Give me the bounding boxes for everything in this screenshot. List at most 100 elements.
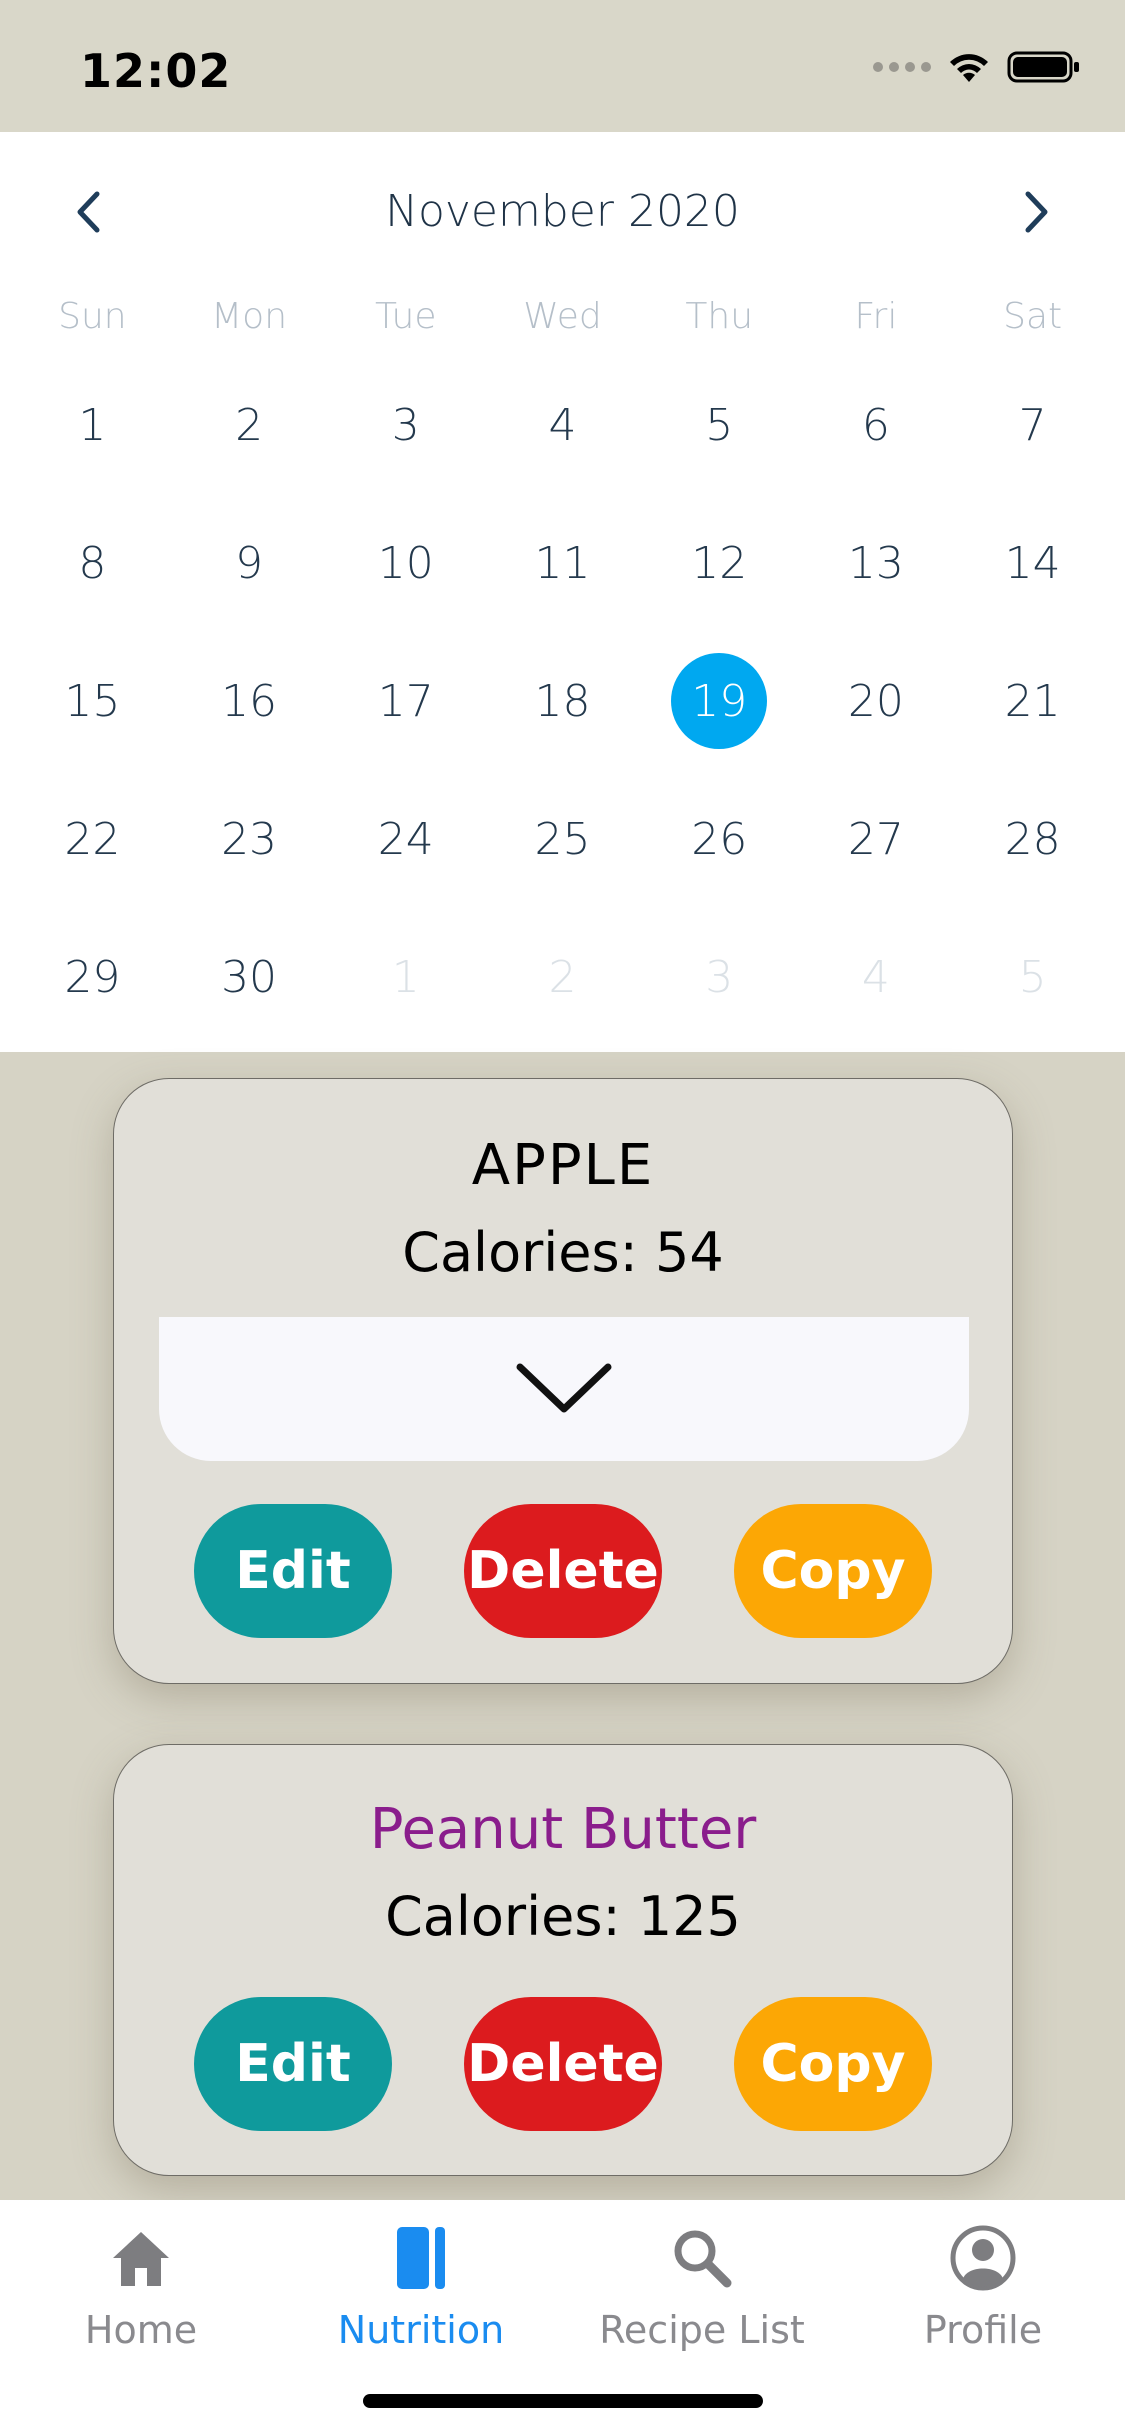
calendar-day[interactable]: 6 bbox=[798, 356, 955, 494]
day-number: 9 bbox=[235, 537, 264, 589]
day-number: 16 bbox=[221, 675, 278, 727]
day-number: 14 bbox=[1004, 537, 1061, 589]
calendar-day[interactable]: 1 bbox=[327, 908, 484, 1046]
day-number: 4 bbox=[861, 951, 890, 1003]
day-number: 3 bbox=[391, 399, 420, 451]
day-number: 28 bbox=[1004, 813, 1061, 865]
weekday-label: Wed bbox=[523, 296, 602, 337]
day-number: 6 bbox=[861, 399, 890, 451]
calendar-day[interactable]: 4 bbox=[798, 908, 955, 1046]
day-number: 2 bbox=[548, 951, 577, 1003]
search-icon bbox=[674, 2230, 732, 2288]
status-time: 12:02 bbox=[80, 44, 232, 98]
food-entry-card: APPLE Calories: 54 Edit Delete Copy bbox=[113, 1078, 1013, 1684]
calendar-day[interactable]: 24 bbox=[327, 770, 484, 908]
delete-button[interactable]: Delete bbox=[464, 1504, 662, 1638]
next-month-button[interactable] bbox=[1007, 182, 1067, 242]
profile-icon bbox=[950, 2225, 1016, 2291]
calendar-day[interactable]: 26 bbox=[641, 770, 798, 908]
tab-nutrition[interactable]: Nutrition bbox=[281, 2218, 561, 2378]
food-calories: Calories: 54 bbox=[402, 1221, 724, 1284]
day-number: 1 bbox=[78, 399, 107, 451]
day-number: 7 bbox=[1018, 399, 1047, 451]
calendar-day[interactable]: 4 bbox=[484, 356, 641, 494]
calendar-day[interactable]: 1 bbox=[14, 356, 171, 494]
food-name: APPLE bbox=[471, 1133, 655, 1198]
weekday-label: Mon bbox=[211, 296, 288, 337]
food-calories: Calories: 125 bbox=[385, 1885, 741, 1948]
calendar-day[interactable]: 13 bbox=[798, 494, 955, 632]
day-number: 30 bbox=[221, 951, 278, 1003]
calendar-day[interactable]: 15 bbox=[14, 632, 171, 770]
calendar-day[interactable]: 21 bbox=[954, 632, 1111, 770]
tab-home[interactable]: Home bbox=[1, 2218, 281, 2378]
day-number: 11 bbox=[534, 537, 591, 589]
calendar-day-selected[interactable]: 19 bbox=[641, 632, 798, 770]
day-number: 13 bbox=[847, 537, 904, 589]
calendar-day[interactable]: 9 bbox=[171, 494, 328, 632]
weekday-label: Sun bbox=[58, 296, 127, 337]
edit-button[interactable]: Edit bbox=[194, 1504, 392, 1638]
day-number: 12 bbox=[691, 537, 748, 589]
tab-recipe-list[interactable]: Recipe List bbox=[562, 2218, 842, 2378]
chevron-right-icon bbox=[1025, 191, 1048, 233]
day-number: 19 bbox=[671, 653, 768, 749]
day-number: 29 bbox=[64, 951, 121, 1003]
calendar-day[interactable]: 17 bbox=[327, 632, 484, 770]
home-icon bbox=[113, 2232, 169, 2286]
day-number: 17 bbox=[377, 675, 434, 727]
calendar-day[interactable]: 2 bbox=[484, 908, 641, 1046]
weekday-label: Thu bbox=[685, 296, 754, 337]
calendar-day[interactable]: 5 bbox=[954, 908, 1111, 1046]
day-number: 26 bbox=[691, 813, 748, 865]
day-number: 2 bbox=[235, 399, 264, 451]
calendar-day[interactable]: 12 bbox=[641, 494, 798, 632]
calendar-day[interactable]: 18 bbox=[484, 632, 641, 770]
chevron-down-icon bbox=[516, 1363, 612, 1413]
calendar-day[interactable]: 10 bbox=[327, 494, 484, 632]
day-number: 10 bbox=[377, 537, 434, 589]
day-number: 23 bbox=[221, 813, 278, 865]
battery-icon bbox=[1007, 51, 1079, 83]
calendar-day[interactable]: 16 bbox=[171, 632, 328, 770]
calendar-day[interactable]: 5 bbox=[641, 356, 798, 494]
food-entry-card: Peanut Butter Calories: 125 Edit Delete … bbox=[113, 1744, 1013, 2176]
delete-button[interactable]: Delete bbox=[464, 1997, 662, 2131]
calendar-day[interactable]: 11 bbox=[484, 494, 641, 632]
calendar-day[interactable]: 2 bbox=[171, 356, 328, 494]
calendar-day[interactable]: 23 bbox=[171, 770, 328, 908]
day-number: 24 bbox=[377, 813, 434, 865]
calendar-day[interactable]: 29 bbox=[14, 908, 171, 1046]
edit-button[interactable]: Edit bbox=[194, 1997, 392, 2131]
calendar-day[interactable]: 8 bbox=[14, 494, 171, 632]
calendar: November 2020 Sun Mon Tue Wed Thu Fri Sa… bbox=[0, 132, 1125, 1052]
calendar-day[interactable]: 25 bbox=[484, 770, 641, 908]
tab-label: Home bbox=[84, 2308, 198, 2352]
calendar-day[interactable]: 14 bbox=[954, 494, 1111, 632]
calendar-day[interactable]: 22 bbox=[14, 770, 171, 908]
day-number: 3 bbox=[705, 951, 734, 1003]
calendar-day[interactable]: 7 bbox=[954, 356, 1111, 494]
status-bar: 12:02 bbox=[0, 0, 1125, 132]
food-name: Peanut Butter bbox=[369, 1797, 757, 1862]
weekday-header: Sun Mon Tue Wed Thu Fri Sat bbox=[14, 292, 1111, 342]
day-number: 22 bbox=[64, 813, 121, 865]
weekday-label: Tue bbox=[375, 296, 437, 337]
calendar-day[interactable]: 27 bbox=[798, 770, 955, 908]
copy-button[interactable]: Copy bbox=[734, 1997, 932, 2131]
day-number: 4 bbox=[548, 399, 577, 451]
calendar-day[interactable]: 28 bbox=[954, 770, 1111, 908]
calendar-day[interactable]: 3 bbox=[327, 356, 484, 494]
calendar-day[interactable]: 30 bbox=[171, 908, 328, 1046]
calendar-day[interactable]: 3 bbox=[641, 908, 798, 1046]
day-number: 25 bbox=[534, 813, 591, 865]
day-number: 5 bbox=[1018, 951, 1047, 1003]
copy-button[interactable]: Copy bbox=[734, 1504, 932, 1638]
tab-label: Profile bbox=[923, 2308, 1043, 2352]
card-actions: Edit Delete Copy bbox=[114, 1997, 1012, 2131]
expand-details-button[interactable] bbox=[159, 1317, 969, 1461]
tab-label: Nutrition bbox=[337, 2308, 505, 2352]
tab-profile[interactable]: Profile bbox=[843, 2218, 1123, 2378]
day-number: 5 bbox=[705, 399, 734, 451]
calendar-day[interactable]: 20 bbox=[798, 632, 955, 770]
